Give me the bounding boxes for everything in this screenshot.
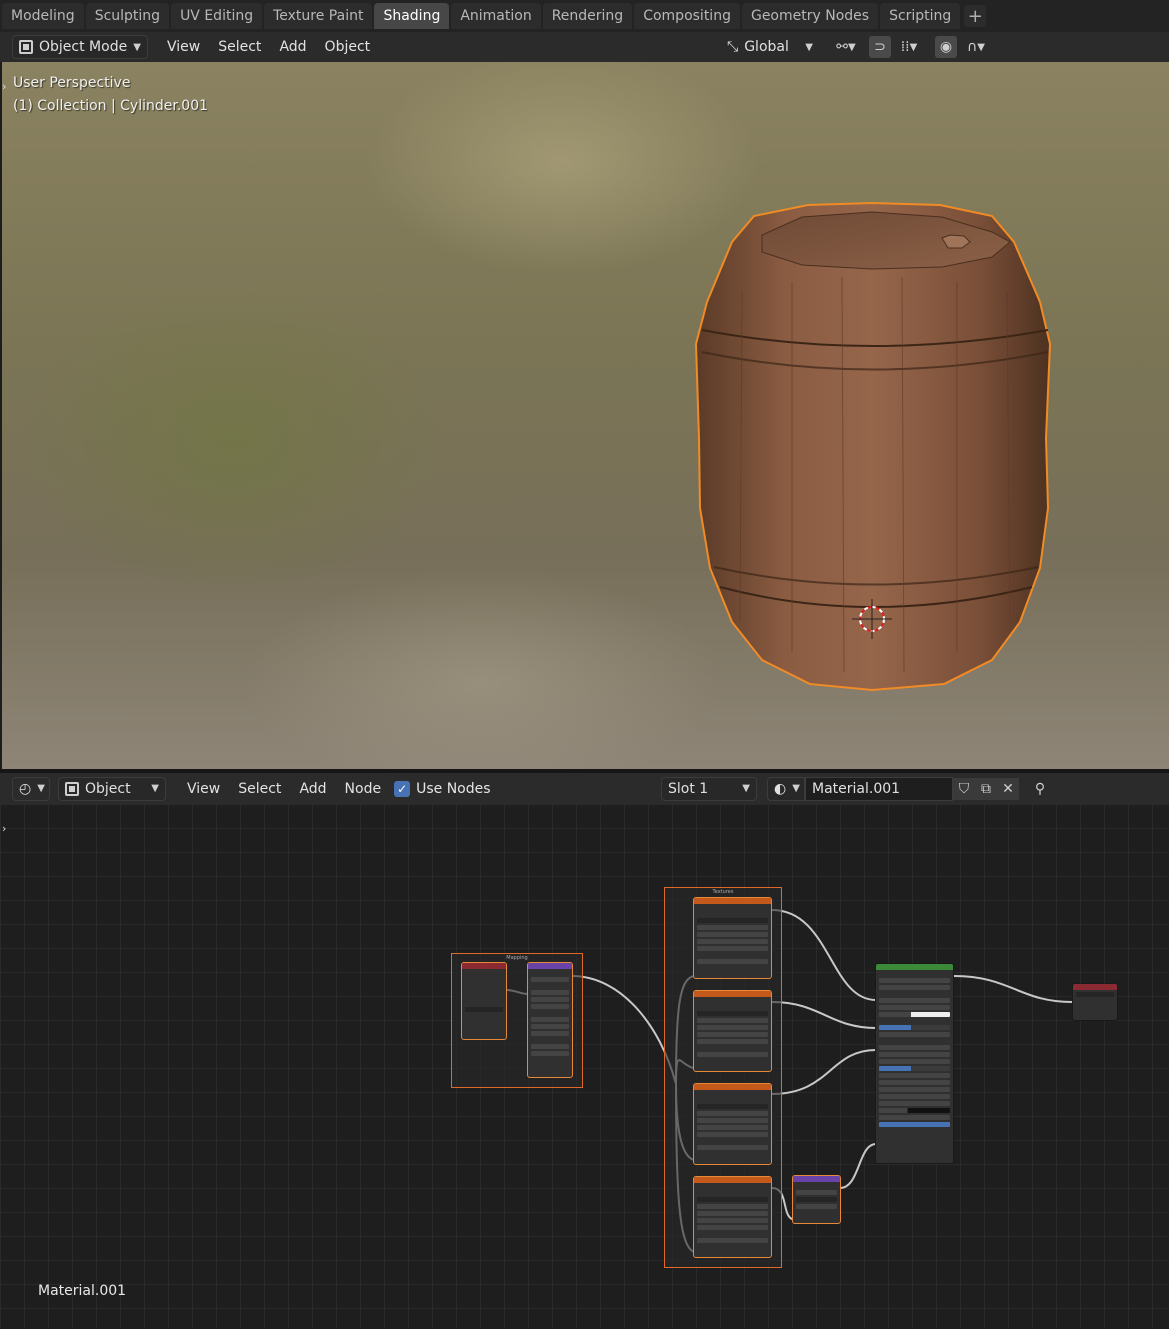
chevron-down-icon: ▼ — [151, 783, 159, 794]
chevron-down-icon: ▼ — [792, 783, 800, 794]
orientation-label: Global — [744, 39, 789, 55]
slot-dropdown[interactable]: Slot 1 ▼ — [661, 776, 757, 801]
snap-target-icon[interactable]: ⁞⁞ ▼ — [891, 36, 927, 58]
falloff-icon[interactable]: ∩ ▼ — [957, 36, 995, 58]
tab-uv-editing[interactable]: UV Editing — [171, 3, 263, 29]
viewport-header: Object Mode ▼ View Select Add Object ⤡ G… — [0, 32, 1169, 62]
material-name-field[interactable]: Material.001 — [805, 776, 953, 801]
material-name: Material.001 — [812, 780, 901, 797]
workspace-tabs: Modeling Sculpting UV Editing Texture Pa… — [0, 0, 1169, 32]
shader-type-label: Object — [85, 780, 131, 797]
tab-sculpting[interactable]: Sculpting — [85, 3, 170, 29]
node-links — [505, 909, 1073, 1253]
unlink-close-icon[interactable]: ✕ — [997, 777, 1019, 800]
mapping-node[interactable] — [527, 962, 573, 1078]
frame-label: Textures — [712, 889, 734, 895]
material-browse-button[interactable]: ◐ ▼ — [767, 776, 805, 801]
node-editor-header: ◴ ▼ Object ▼ View Select Add Node ✓ Use … — [0, 773, 1169, 804]
metallic-texture-node[interactable] — [693, 990, 772, 1072]
tab-texture-paint[interactable]: Texture Paint — [264, 3, 373, 29]
add-workspace-button[interactable]: + — [964, 5, 987, 27]
barrel-object[interactable] — [2, 62, 1169, 769]
tab-compositing[interactable]: Compositing — [634, 3, 740, 29]
tab-shading[interactable]: Shading — [374, 3, 450, 29]
chevron-down-icon: ▼ — [37, 783, 45, 794]
add-menu[interactable]: Add — [270, 35, 315, 59]
object-menu[interactable]: Object — [316, 35, 380, 59]
tab-rendering[interactable]: Rendering — [542, 3, 633, 29]
material-sphere-icon: ◐ — [774, 780, 787, 797]
snap-icon[interactable]: ⊃ — [869, 36, 891, 58]
editor-type-dropdown[interactable]: ◴ ▼ — [12, 776, 50, 801]
orientation-icon: ⤡ — [727, 39, 739, 55]
3d-viewport[interactable]: User Perspective (1) Collection | Cylind… — [2, 62, 1169, 769]
node-view-menu[interactable]: View — [178, 777, 229, 801]
shader-type-dropdown[interactable]: Object ▼ — [58, 776, 166, 801]
view-menu[interactable]: View — [158, 35, 209, 59]
tab-geometry-nodes[interactable]: Geometry Nodes — [741, 3, 879, 29]
object-mode-icon — [19, 40, 33, 54]
transform-orientation-dropdown[interactable]: ⤡ Global ▼ — [721, 35, 819, 59]
node-select-menu[interactable]: Select — [229, 777, 290, 801]
node-node-menu[interactable]: Node — [336, 777, 391, 801]
pivot-point-icon[interactable]: ⚯ ▼ — [827, 36, 865, 58]
duplicate-material-icon[interactable]: ⧉ — [975, 777, 997, 800]
node-editor-canvas[interactable]: › Mapping Textures Material.001 — [0, 804, 1169, 1329]
base-color-texture-node[interactable] — [693, 897, 772, 979]
mode-label: Object Mode — [39, 39, 128, 55]
normal-texture-node[interactable] — [693, 1176, 772, 1258]
checkmark-icon: ✓ — [394, 780, 411, 797]
texture-coordinate-node[interactable] — [461, 962, 507, 1040]
tab-modeling[interactable]: Modeling — [2, 3, 84, 29]
frame-label: Mapping — [506, 955, 528, 961]
principled-bsdf-node[interactable] — [875, 963, 954, 1164]
chevron-down-icon: ▼ — [805, 41, 813, 53]
roughness-texture-node[interactable] — [693, 1083, 772, 1165]
pin-icon[interactable]: ⚲ — [1029, 778, 1051, 800]
node-add-menu[interactable]: Add — [290, 777, 335, 801]
select-menu[interactable]: Select — [209, 35, 270, 59]
slot-label: Slot 1 — [668, 780, 709, 797]
normal-map-node[interactable] — [792, 1175, 841, 1224]
object-icon — [65, 781, 79, 796]
chevron-down-icon: ▼ — [742, 783, 750, 794]
fake-user-shield-icon[interactable]: ⛉ — [953, 777, 975, 800]
material-name-label: Material.001 — [38, 1283, 127, 1299]
use-nodes-toggle[interactable]: ✓ Use Nodes — [394, 780, 491, 797]
node-editor-icon: ◴ — [19, 780, 32, 797]
tab-scripting[interactable]: Scripting — [880, 3, 961, 29]
use-nodes-label: Use Nodes — [416, 780, 491, 797]
tab-animation[interactable]: Animation — [451, 3, 541, 29]
material-output-node[interactable] — [1072, 983, 1118, 1021]
chevron-down-icon: ▼ — [133, 41, 141, 53]
proportional-editing-icon[interactable]: ◉ — [935, 36, 957, 58]
mode-dropdown[interactable]: Object Mode ▼ — [12, 35, 148, 59]
